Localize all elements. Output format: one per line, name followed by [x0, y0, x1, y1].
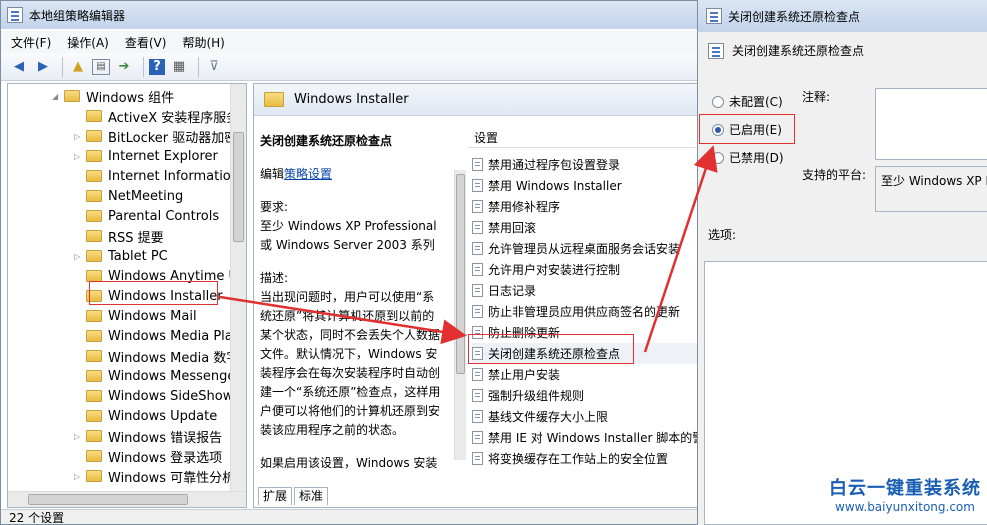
arrow-to-setting [219, 295, 467, 345]
watermark-url: www.baiyunxitong.com [835, 500, 975, 514]
annotation-arrows [219, 145, 718, 353]
watermark-title: 白云一键重装系统 [829, 478, 981, 499]
watermark: 白云一键重装系统 www.baiyunxitong.com [829, 474, 981, 514]
arrow-to-enabled [643, 145, 718, 353]
